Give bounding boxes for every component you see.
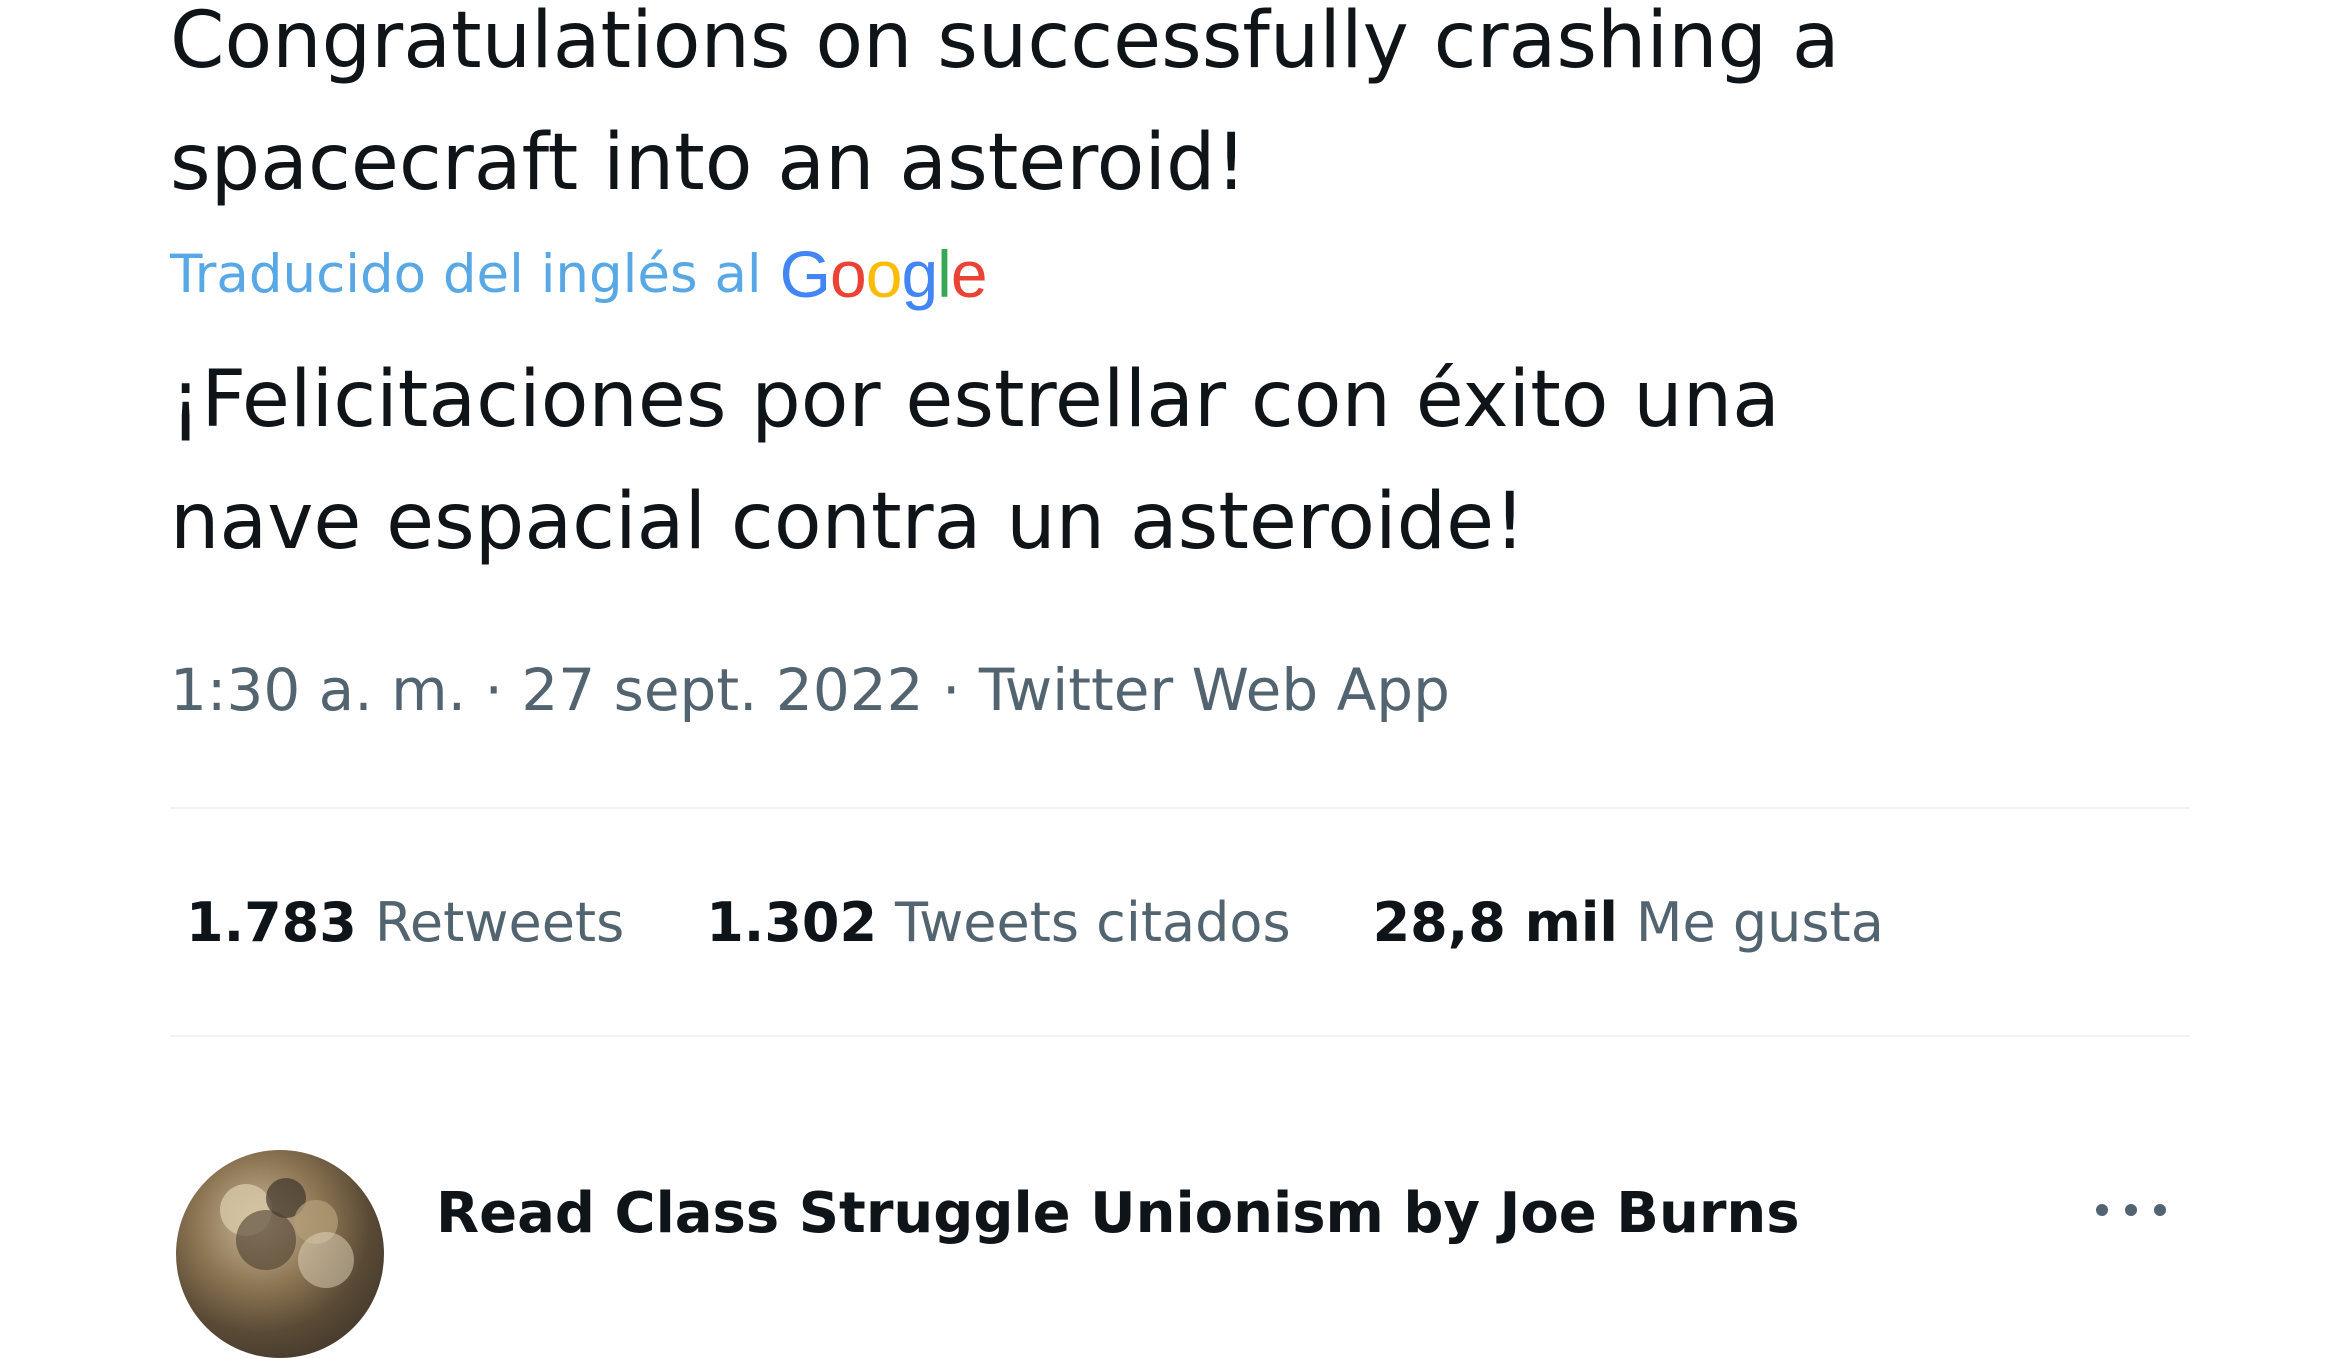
divider (170, 807, 2190, 809)
google-logo-letter: g (901, 237, 938, 311)
tweet-original-line-2: spacecraft into an asteroid! (170, 118, 1247, 208)
meta-separator: · (484, 656, 503, 724)
tweet-original-line-1: Congratulations on successfully crashing… (170, 0, 1840, 86)
tweet-meta: 1:30 a. m. · 27 sept. 2022 · Twitter Web… (170, 650, 1450, 730)
tweet-detail: Congratulations on successfully crashing… (170, 0, 2190, 1358)
reply-tweet[interactable]: Read Class Struggle Unionism by Joe Burn… (170, 1150, 2190, 1358)
likes-label: Me gusta (1635, 890, 1884, 954)
avatar[interactable] (176, 1150, 384, 1358)
more-dot (2154, 1204, 2166, 1216)
quote-tweets-label: Tweets citados (895, 890, 1291, 954)
google-logo-letter: G (779, 237, 831, 311)
google-logo-letter: e (950, 237, 988, 311)
tweet-date[interactable]: 27 sept. 2022 (521, 656, 923, 724)
more-dot (2096, 1204, 2108, 1216)
likes-stat[interactable]: 28,8 mil Me gusta (1373, 891, 1884, 954)
translation-credit[interactable]: Traducido del inglés al Google (170, 234, 988, 314)
quote-tweets-count: 1.302 (706, 890, 878, 954)
google-logo-letter: o (865, 237, 903, 311)
google-logo-letter: l (937, 237, 952, 311)
divider (170, 1035, 2190, 1037)
google-logo-letter: o (830, 237, 867, 311)
tweet-source: Twitter Web App (978, 656, 1450, 724)
meta-separator: · (941, 656, 961, 724)
tweet-original-text: Congratulations on successfully crashing… (170, 0, 2190, 224)
reply-author-name[interactable]: Read Class Struggle Unionism by Joe Burn… (436, 1174, 1800, 1254)
tweet-stats: 1.783 Retweets 1.302 Tweets citados 28,8… (186, 882, 1966, 962)
quote-tweets-stat[interactable]: 1.302 Tweets citados (706, 891, 1290, 954)
retweets-label: Retweets (374, 890, 625, 954)
avatar-image (220, 1178, 354, 1288)
tweet-translated-line-2: nave espacial contra un asteroide! (170, 477, 1526, 567)
tweet-time[interactable]: 1:30 a. m. (170, 656, 466, 724)
tweet-translated-text: ¡Felicitaciones por estrellar con éxito … (170, 339, 2190, 583)
more-options-icon[interactable] (2096, 1198, 2166, 1222)
more-dot (2125, 1204, 2137, 1216)
retweets-count: 1.783 (186, 890, 357, 954)
tweet-translated-line-1: ¡Felicitaciones por estrellar con éxito … (170, 355, 1780, 445)
google-logo: Google (779, 236, 988, 312)
retweets-stat[interactable]: 1.783 Retweets (186, 891, 624, 954)
translation-label[interactable]: Traducido del inglés al (170, 244, 762, 305)
likes-count: 28,8 mil (1372, 890, 1618, 954)
